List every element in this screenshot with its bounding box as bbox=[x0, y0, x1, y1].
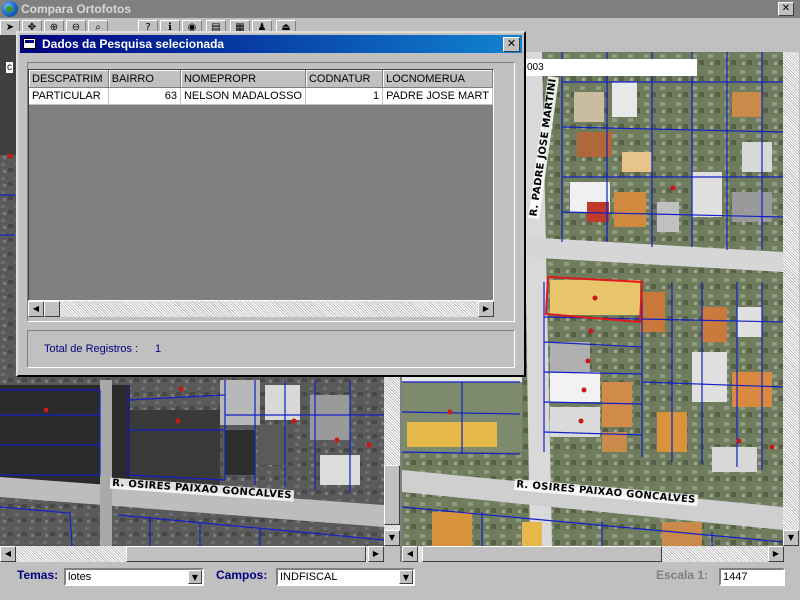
scroll-left-icon[interactable]: ◀ bbox=[28, 301, 44, 317]
dialog-titlebar[interactable]: Dados da Pesquisa selecionada ✕ bbox=[20, 35, 522, 53]
temas-select[interactable]: lotes ▼ bbox=[64, 568, 204, 586]
grid-horizontal-scrollbar[interactable]: ◀ ▶ bbox=[28, 301, 494, 317]
grid-hscroll-thumb[interactable] bbox=[44, 301, 60, 317]
column-header[interactable]: BAIRRO bbox=[108, 70, 181, 88]
total-records-label: Total de Registros : bbox=[44, 343, 139, 355]
campos-value: INDFISCAL bbox=[280, 571, 338, 583]
escala-label: Escala 1: bbox=[656, 568, 709, 582]
bottom-bar: Temas: lotes ▼ Campos: INDFISCAL ▼ Escal… bbox=[0, 562, 800, 600]
right-vertical-scrollbar[interactable]: ▼ bbox=[783, 52, 799, 546]
escala-input[interactable]: 1447 bbox=[719, 568, 785, 586]
table-header-row: DESCPATRIM BAIRRO NOMEPROPR CODNATUR LOC… bbox=[29, 70, 493, 88]
results-grid[interactable]: DESCPATRIM BAIRRO NOMEPROPR CODNATUR LOC… bbox=[28, 69, 494, 301]
total-records-value: 1 bbox=[155, 343, 162, 355]
close-icon[interactable]: ✕ bbox=[503, 37, 520, 52]
column-header[interactable]: NOMEPROPR bbox=[180, 70, 306, 88]
table-cell[interactable]: 63 bbox=[108, 87, 181, 105]
window-icon bbox=[23, 38, 36, 49]
column-header[interactable]: CODNATUR bbox=[305, 70, 384, 88]
table-cell[interactable]: PARTICULAR bbox=[29, 87, 109, 105]
right-hscroll-thumb[interactable] bbox=[422, 546, 662, 562]
app-title: Compara Ortofotos bbox=[21, 2, 132, 16]
left-hscroll-thumb[interactable] bbox=[126, 546, 366, 562]
scroll-left-icon[interactable]: ◀ bbox=[402, 546, 418, 562]
table-row[interactable]: PARTICULAR 63 NELSON MADALOSSO 1 PADRE J… bbox=[29, 87, 493, 105]
scroll-left-icon[interactable]: ◀ bbox=[0, 546, 16, 562]
scroll-down-icon[interactable]: ▼ bbox=[384, 530, 400, 546]
column-header[interactable]: LOCNOMERUA bbox=[382, 70, 493, 88]
app-titlebar: Compara Ortofotos ✕ bbox=[0, 0, 800, 18]
search-results-dialog: Dados da Pesquisa selecionada ✕ DESCPATR… bbox=[16, 31, 526, 377]
scroll-right-icon[interactable]: ▶ bbox=[368, 546, 384, 562]
temas-value: lotes bbox=[68, 571, 92, 583]
campos-select[interactable]: INDFISCAL ▼ bbox=[276, 568, 415, 586]
scroll-right-icon[interactable]: ▶ bbox=[768, 546, 784, 562]
globe-icon bbox=[2, 1, 18, 17]
left-coordinate-text: c bbox=[6, 62, 13, 73]
chevron-down-icon[interactable]: ▼ bbox=[188, 570, 202, 584]
chevron-down-icon[interactable]: ▼ bbox=[399, 570, 413, 584]
table-cell[interactable]: PADRE JOSE MART bbox=[382, 87, 493, 105]
column-header[interactable]: DESCPATRIM bbox=[29, 70, 109, 88]
campos-label: Campos: bbox=[216, 568, 268, 582]
close-icon[interactable]: ✕ bbox=[778, 2, 794, 16]
temas-label: Temas: bbox=[17, 568, 59, 582]
scroll-down-icon[interactable]: ▼ bbox=[783, 530, 799, 546]
table-cell[interactable]: 1 bbox=[305, 87, 384, 105]
scroll-right-icon[interactable]: ▶ bbox=[478, 301, 494, 317]
right-coordinate-text: 003 bbox=[527, 62, 544, 73]
left-vscroll-thumb[interactable] bbox=[384, 465, 400, 525]
dialog-title: Dados da Pesquisa selecionada bbox=[42, 37, 225, 51]
right-horizontal-scrollbar[interactable]: ◀ ▶ bbox=[402, 546, 800, 562]
table-cell[interactable]: NELSON MADALOSSO bbox=[180, 87, 306, 105]
results-table: DESCPATRIM BAIRRO NOMEPROPR CODNATUR LOC… bbox=[29, 70, 493, 105]
left-horizontal-scrollbar[interactable]: ◀ ▶ bbox=[0, 546, 400, 562]
